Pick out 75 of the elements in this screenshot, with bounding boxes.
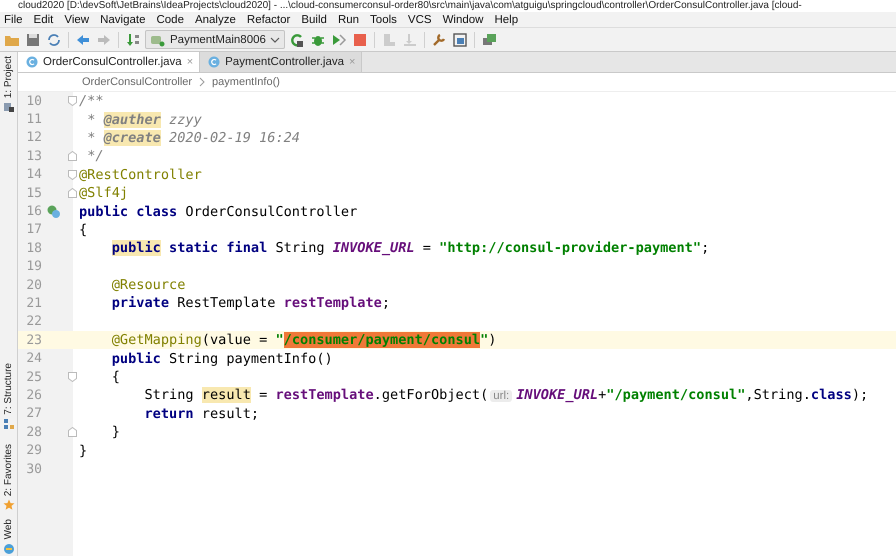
fold-icon[interactable] [68,170,76,180]
code-line: private RestTemplate restTemplate; [110,295,390,312]
fold-icon[interactable] [68,151,76,162]
line-number: 26 [25,388,42,403]
editor-tab[interactable]: OrderConsulController.java × [18,52,200,72]
breadcrumb-item[interactable]: paymentInfo() [212,76,280,88]
menu-item[interactable]: Help [494,14,518,26]
menu-item[interactable]: Navigate [100,14,146,26]
caret-icon [270,36,280,44]
line-number: 27 [25,406,42,422]
code-line: @Slf4j [78,185,128,202]
class-icon [208,56,220,68]
code-line: public static final String INVOKE_URL = "http://consul-provider-payment"; [110,240,710,256]
code-line: @Resource [110,277,186,294]
menu-item[interactable]: Run [338,14,360,26]
tool-window-button[interactable]: Web [3,519,14,540]
line-number: 11 [25,112,42,128]
line-number: 25 [25,370,42,385]
code-line: /** [78,93,104,110]
structure-icon [2,418,14,430]
menu-item[interactable]: Tools [370,14,397,26]
line-number: 21 [25,296,42,311]
menu-item[interactable]: View [64,14,90,26]
menu-item[interactable]: File [4,14,23,26]
breadcrumb-item[interactable]: OrderConsulController [82,76,192,88]
menu-item[interactable]: Edit [34,14,54,26]
menu-item[interactable]: Code [156,14,184,26]
menu-item[interactable]: Refactor [246,14,290,26]
code-line: @GetMapping(value = "/consumer/payment/consul") [110,332,496,348]
fold-icon[interactable] [68,427,76,438]
structure-icon[interactable] [450,30,469,48]
line-number: 28 [25,424,42,440]
fold-icon[interactable] [68,96,76,106]
editor-tab[interactable]: PaymentController.java × [200,52,362,72]
code-line: public class OrderConsulController [78,204,358,220]
line-number: 24 [25,351,42,366]
line-number: 13 [25,148,42,164]
line-number: 19 [25,259,42,274]
code-line: { [110,369,120,386]
code-line: */ [86,148,104,164]
menu-item[interactable]: Analyze [194,14,236,26]
line-number: 16 [25,204,42,220]
fold-icon[interactable] [68,188,76,198]
code-line: String result = restTemplate.getForObject( url: INVOKE_URL+"/payment/consul",String.class); [143,387,868,404]
globe-icon [2,542,14,555]
code-line: { [78,222,88,238]
bean-icon[interactable] [47,204,61,219]
tool-window-button[interactable]: 1: Project [3,56,14,98]
fold-icon[interactable] [68,372,76,382]
line-number: 29 [25,443,42,458]
menu-item[interactable]: VCS [408,14,432,26]
line-number: 17 [25,222,42,238]
tool-window-button[interactable]: 2: Favorites [3,444,14,496]
line-number: 14 [25,167,42,182]
menu-item[interactable]: Build [301,14,327,26]
line-number: 20 [25,278,42,293]
line-number: 12 [25,130,42,146]
tool-window-button[interactable]: 7: Structure [3,363,14,415]
run-configuration-dropdown[interactable]: PaymentMain8006 [145,30,285,49]
code-line: } [110,424,120,440]
star-icon [2,499,14,512]
code-line: } [78,442,88,459]
chevron-icon [198,77,206,87]
line-number: 23 [25,332,42,348]
line-number: 30 [25,462,42,476]
code-line: @RestController [78,166,202,183]
line-number: 18 [25,240,42,256]
line-number: 10 [25,94,42,109]
code-line: public String paymentInfo() [110,350,333,367]
class-icon [26,56,38,68]
code-line: return result; [143,406,260,422]
line-number: 15 [25,186,42,201]
folder-icon [2,101,14,114]
menu-item[interactable]: Window [442,14,484,26]
line-number: 22 [25,314,42,330]
